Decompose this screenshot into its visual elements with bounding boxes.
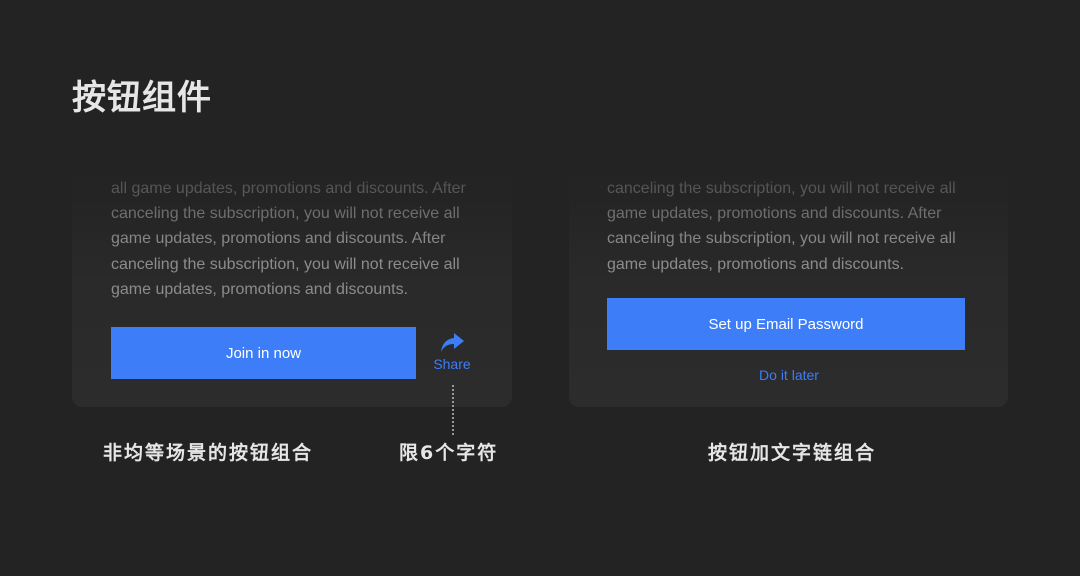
right-demo-card: canceling the subscription, you will not… — [569, 150, 1008, 407]
caption-unequal-buttons: 非均等场景的按钮组合 — [103, 442, 314, 464]
body-text-line: game updates, promotions and discounts. … — [111, 230, 446, 248]
share-arrow-icon — [439, 332, 465, 354]
caption-button-text-link: 按钮加文字链组合 — [708, 442, 877, 464]
join-in-now-button[interactable]: Join in now — [111, 327, 416, 379]
share-button[interactable]: Share — [428, 332, 476, 378]
set-up-email-password-button[interactable]: Set up Email Password — [607, 298, 965, 350]
body-text-line: game updates, promotions and discounts. — [111, 280, 409, 298]
body-text-line: canceling the subscription, you will not… — [607, 230, 956, 248]
right-card-body-text: canceling the subscription, you will not… — [607, 176, 956, 277]
left-card-body-text: all game updates, promotions and discoun… — [111, 176, 466, 302]
annotation-dashed-line — [452, 385, 454, 435]
body-text-line: game updates, promotions and discounts. … — [607, 205, 942, 223]
share-label: Share — [433, 356, 471, 372]
body-text-line: all game updates, promotions and discoun… — [111, 180, 466, 197]
body-text-line: canceling the subscription, you will not… — [111, 205, 460, 223]
body-text-line: canceling the subscription, you will not… — [111, 255, 460, 273]
left-demo-card: all game updates, promotions and discoun… — [72, 150, 512, 407]
body-text-line: canceling the subscription, you will not… — [607, 180, 956, 197]
caption-six-char-limit: 限6个字符 — [399, 442, 499, 464]
do-it-later-link[interactable]: Do it later — [607, 367, 971, 383]
body-text-line: game updates, promotions and discounts. — [607, 255, 905, 273]
page-title: 按钮组件 — [72, 78, 212, 118]
